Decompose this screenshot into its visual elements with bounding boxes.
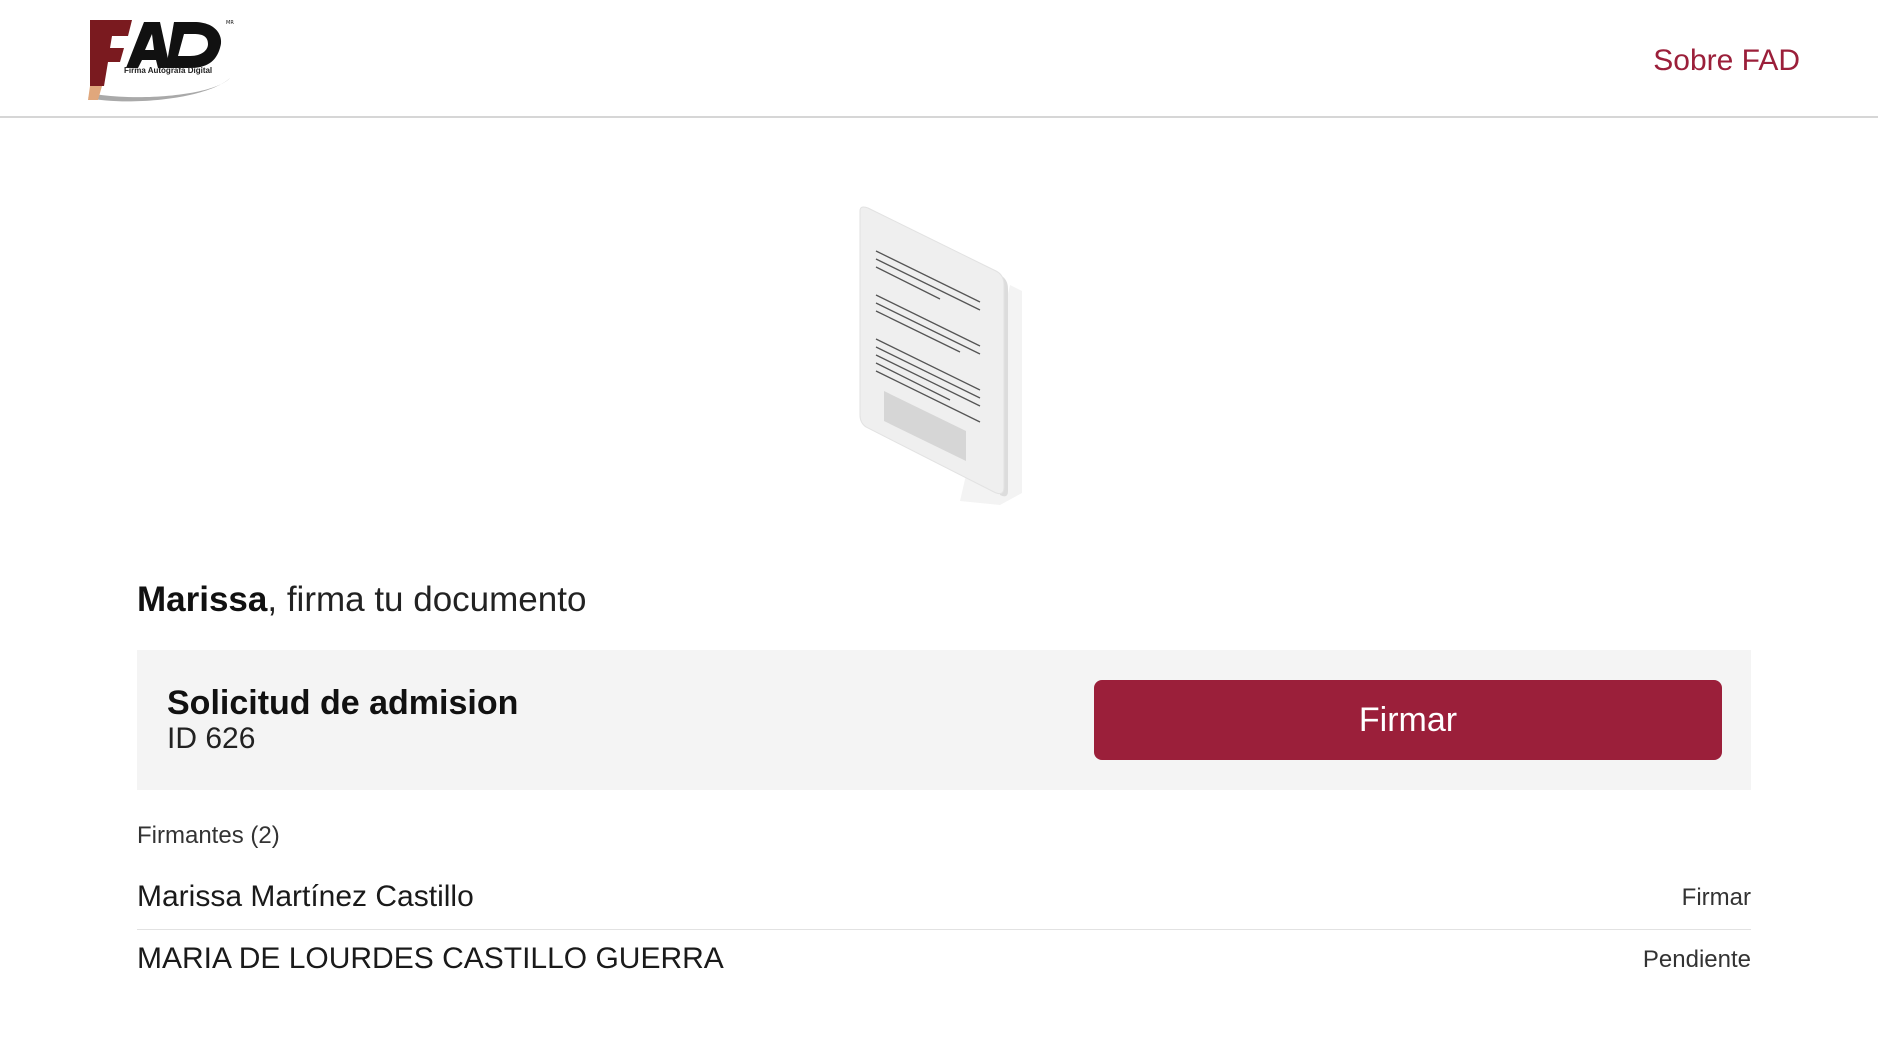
signer-name: Marissa Martínez Castillo [137,880,474,913]
document-title: Solicitud de admision [167,684,519,722]
svg-text:MR: MR [226,20,234,26]
signer-row: Marissa Martínez Castillo Firmar [137,868,1751,930]
sign-button[interactable]: Firmar [1094,680,1722,760]
greeting-message: , firma tu documento [267,580,587,619]
document-card: Solicitud de admision ID 626 Firmar [137,650,1751,790]
greeting-name: Marissa [137,580,268,619]
logo-tagline: Firma Autógrafa Digital [124,66,213,75]
greeting: Marissa, firma tu documento [137,580,586,620]
signer-sign-link[interactable]: Firmar [1682,884,1751,912]
signer-name: MARIA DE LOURDES CASTILLO GUERRA [137,942,724,975]
signers-label: Firmantes (2) [137,822,280,849]
signer-status-pending: Pendiente [1642,946,1751,973]
fad-logo-mark: MR [88,20,234,102]
fad-logo[interactable]: MR Firma Autógrafa Digital [86,16,234,104]
signer-row: MARIA DE LOURDES CASTILLO GUERRA Pendien… [137,930,1751,992]
sobre-fad-link[interactable]: Sobre FAD [1653,44,1800,78]
top-bar: MR Firma Autógrafa Digital Sobre FAD [0,0,1878,118]
document-id: ID 626 [167,722,256,755]
document-icon [850,205,1030,505]
